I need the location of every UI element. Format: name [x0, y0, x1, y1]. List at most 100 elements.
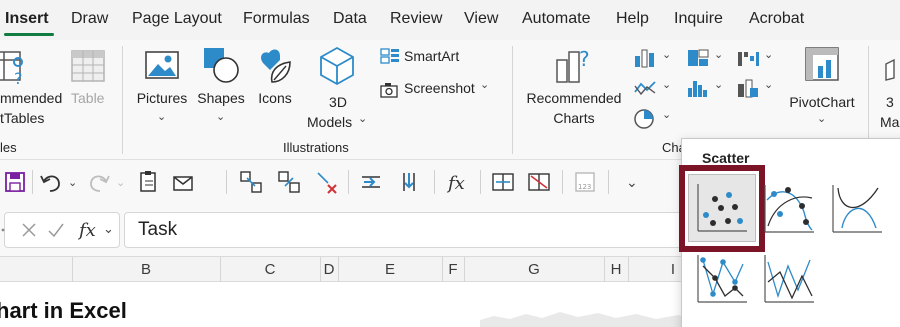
table-icon	[71, 50, 105, 82]
scatter-panel-title: Scatter	[702, 150, 750, 166]
column-header-e[interactable]: E	[338, 261, 442, 278]
recommended-charts-icon: ?	[556, 47, 590, 83]
chevron-down-icon: ⌄	[662, 79, 672, 91]
tab-data[interactable]: Data	[333, 10, 367, 28]
trace-precedents-icon[interactable]	[238, 169, 264, 195]
column-header-b[interactable]: B	[72, 261, 220, 278]
recommended-pivottables-label-1: mmended	[0, 90, 63, 106]
cube-icon	[320, 46, 354, 86]
hierarchy-chart-icon	[688, 49, 709, 66]
merge-cells-icon[interactable]	[490, 169, 516, 195]
group-label-tables: les	[0, 140, 17, 155]
tab-insert[interactable]: Insert	[5, 10, 49, 28]
group-separator	[122, 46, 123, 154]
shapes-icon	[204, 48, 239, 83]
trace-dependents-icon[interactable]	[276, 169, 302, 195]
screenshot-label: Screenshot	[404, 80, 475, 96]
chevron-down-icon: ⌄	[216, 111, 226, 123]
chevron-down-icon[interactable]: ⌄	[68, 176, 77, 189]
chevron-down-icon: ⌄	[817, 113, 827, 125]
insert-function-icon[interactable]: fx	[77, 218, 103, 242]
chevron-down-icon: ⌄	[480, 79, 490, 91]
chevron-down-icon: ⌄	[764, 49, 774, 61]
cancel-icon[interactable]	[21, 222, 37, 238]
column-header-d[interactable]: D	[320, 261, 338, 278]
enter-checkmark-icon[interactable]	[47, 222, 65, 238]
tab-acrobat[interactable]: Acrobat	[749, 10, 804, 28]
svg-text:?: ?	[14, 69, 23, 86]
formula-controls: fx ⌄	[1, 212, 120, 248]
remove-arrows-icon[interactable]	[314, 169, 340, 195]
column-header-h[interactable]: H	[604, 261, 628, 278]
email-icon[interactable]	[170, 169, 196, 195]
unmerge-cells-icon[interactable]	[526, 169, 552, 195]
toolbar-separator	[480, 170, 481, 194]
toolbar-separator	[562, 170, 563, 194]
tab-formulas[interactable]: Formulas	[243, 10, 310, 28]
tab-automate[interactable]: Automate	[522, 10, 590, 28]
tab-inquire[interactable]: Inquire	[674, 10, 723, 28]
pivotchart-label: PivotChart	[789, 94, 855, 110]
smartart-label: SmartArt	[404, 48, 460, 64]
group-separator	[512, 46, 513, 154]
ribbon-tab-bar: Insert Draw Page Layout Formulas Data Re…	[0, 0, 900, 40]
scatter-straight-markers-option-icon[interactable]	[695, 252, 749, 306]
chevron-down-icon: ⌄	[662, 49, 672, 61]
tab-help[interactable]: Help	[616, 10, 649, 28]
tab-review[interactable]: Review	[390, 10, 442, 28]
map-icon	[885, 58, 895, 81]
pie-chart-icon	[634, 109, 654, 129]
waterfall-chart-icon	[738, 52, 759, 66]
scatter-smooth-markers-option-icon[interactable]	[762, 182, 816, 236]
toolbar-separator	[32, 170, 33, 194]
shapes-label: Shapes	[197, 90, 245, 106]
pictures-label: Pictures	[136, 90, 188, 106]
toolbar-separator	[226, 170, 227, 194]
torn-edge-decoration	[480, 312, 700, 327]
recommended-pivottables-label-2: tTables	[0, 110, 45, 126]
tab-draw[interactable]: Draw	[71, 10, 108, 28]
group-label-illustrations: Illustrations	[283, 140, 349, 155]
scatter-straight-lines-option-icon[interactable]	[762, 252, 816, 306]
undo-icon[interactable]	[38, 169, 64, 195]
insert-sheet-rows-icon[interactable]	[358, 169, 384, 195]
smartart-icon	[380, 48, 399, 64]
chevron-down-icon: ⌄	[764, 79, 774, 91]
chevron-down-icon[interactable]: ⌄	[103, 221, 114, 237]
3d-map-label-2: Ma	[880, 114, 900, 130]
column-header-g[interactable]: G	[464, 261, 604, 278]
svg-text:fx: fx	[446, 173, 465, 194]
3d-map-label-1: 3	[886, 94, 894, 110]
insert-function-icon[interactable]: fx	[444, 169, 470, 195]
tab-view[interactable]: View	[464, 10, 498, 28]
active-tab-indicator	[4, 33, 54, 36]
chevron-down-icon: ⌄	[157, 111, 167, 123]
chevron-down-icon: ⌄	[714, 79, 724, 91]
name-box-edge	[1, 228, 5, 232]
picture-icon	[145, 51, 179, 79]
icons-label: Icons	[258, 90, 292, 106]
toolbar-separator	[608, 170, 609, 194]
column-header-f[interactable]: F	[442, 261, 464, 278]
svg-text:?: ?	[579, 47, 590, 71]
chevron-down-icon[interactable]: ⌄	[116, 176, 125, 189]
tab-page-layout[interactable]: Page Layout	[132, 10, 222, 28]
camera-icon	[380, 83, 398, 98]
pivotchart-icon	[805, 47, 839, 81]
save-icon[interactable]	[2, 169, 28, 195]
column-header-c[interactable]: C	[220, 261, 320, 278]
table-label: Table	[71, 90, 105, 106]
number-format-icon[interactable]: 123	[572, 169, 598, 195]
customize-toolbar-icon[interactable]: ⌄	[626, 174, 638, 191]
column-chart-icon	[635, 49, 654, 68]
selected-option-highlight	[679, 165, 765, 252]
combo-chart-icon	[738, 79, 758, 98]
toolbar-separator	[434, 170, 435, 194]
chevron-down-icon: ⌄	[714, 49, 724, 61]
redo-icon[interactable]	[86, 169, 112, 195]
insert-sheet-columns-icon[interactable]	[396, 169, 422, 195]
line-chart-icon	[634, 81, 656, 96]
scatter-smooth-lines-option-icon[interactable]	[830, 182, 884, 236]
recommended-charts-label-2: Charts	[553, 110, 595, 126]
paste-special-icon[interactable]	[136, 169, 162, 195]
